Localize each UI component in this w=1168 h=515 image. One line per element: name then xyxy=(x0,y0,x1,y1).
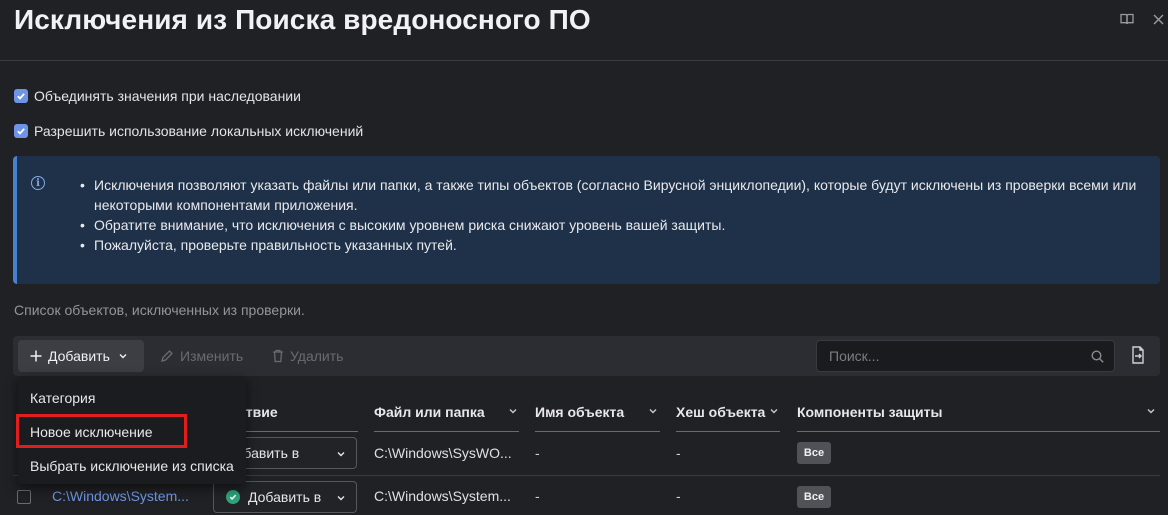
edit-button-label: Изменить xyxy=(180,348,244,364)
pencil-icon xyxy=(161,350,173,362)
components-badge: Все xyxy=(797,442,831,464)
column-hash-header[interactable]: Хеш объекта xyxy=(676,404,765,420)
menu-item-category[interactable]: Категория xyxy=(30,390,95,406)
search-icon[interactable] xyxy=(1091,349,1104,363)
row-name-link[interactable]: C:\Windows\System... xyxy=(52,488,197,504)
info-list: Исключения позволяют указать файлы или п… xyxy=(76,175,1146,255)
plus-icon xyxy=(30,350,42,362)
book-icon[interactable] xyxy=(1118,10,1136,28)
chevron-down-icon[interactable] xyxy=(508,406,518,416)
allow-local-checkbox[interactable] xyxy=(14,124,28,138)
chevron-down-icon xyxy=(337,496,345,501)
column-object-name-header[interactable]: Имя объекта xyxy=(535,404,624,420)
export-icon[interactable] xyxy=(1131,346,1149,366)
chevron-down-icon xyxy=(119,354,127,359)
menu-item-select-from-list[interactable]: Выбрать исключение из списка xyxy=(30,458,234,474)
merge-values-setting[interactable]: Объединять значения при наследовании xyxy=(14,88,301,104)
object-name-cell: - xyxy=(535,488,540,504)
merge-values-label: Объединять значения при наследовании xyxy=(34,88,301,104)
close-icon[interactable] xyxy=(1149,10,1167,28)
add-button-label: Добавить xyxy=(48,348,110,364)
hash-cell: - xyxy=(676,488,681,504)
object-name-cell: - xyxy=(535,445,540,461)
allow-local-setting[interactable]: Разрешить использование локальных исключ… xyxy=(14,123,363,139)
delete-button[interactable]: Удалить xyxy=(272,340,343,372)
info-item: Пожалуйста, проверьте правильность указа… xyxy=(76,235,1146,255)
add-button[interactable]: Добавить xyxy=(18,340,144,372)
delete-button-label: Удалить xyxy=(290,348,344,364)
chevron-down-icon[interactable] xyxy=(648,406,658,416)
components-badge: Все xyxy=(797,486,831,508)
column-underline xyxy=(374,431,519,432)
column-underline xyxy=(797,431,1160,432)
merge-values-checkbox[interactable] xyxy=(14,89,28,103)
action-select[interactable]: Добавить в xyxy=(213,481,357,513)
path-cell: C:\Windows\System... xyxy=(374,488,511,504)
column-underline xyxy=(535,431,660,432)
edit-button[interactable]: Изменить xyxy=(160,340,243,372)
chevron-down-icon xyxy=(337,452,345,457)
info-item: Обратите внимание, что исключения с высо… xyxy=(76,215,1146,235)
path-cell: C:\Windows\SysWO... xyxy=(374,445,512,461)
search-field[interactable] xyxy=(816,340,1115,372)
column-components-header[interactable]: Компоненты защиты xyxy=(797,404,942,420)
column-path-header[interactable]: Файл или папка xyxy=(374,404,485,420)
highlight-box xyxy=(16,414,187,448)
action-select-value: Добавить в xyxy=(248,489,322,505)
info-item: Исключения позволяют указать файлы или п… xyxy=(76,175,1146,215)
row-checkbox[interactable] xyxy=(17,490,31,504)
search-input[interactable] xyxy=(829,348,1091,364)
hash-cell: - xyxy=(676,445,681,461)
list-caption: Список объектов, исключенных из проверки… xyxy=(14,302,305,318)
header-divider xyxy=(0,60,1168,61)
allow-local-label: Разрешить использование локальных исключ… xyxy=(34,123,364,139)
page-title: Исключения из Поиска вредоносного ПО xyxy=(14,4,591,35)
check-circle-icon xyxy=(226,490,240,504)
trash-icon xyxy=(273,349,283,363)
info-icon: i xyxy=(31,176,45,190)
chevron-down-icon[interactable] xyxy=(769,406,779,416)
chevron-down-icon[interactable] xyxy=(1146,406,1156,416)
column-underline xyxy=(676,431,780,432)
